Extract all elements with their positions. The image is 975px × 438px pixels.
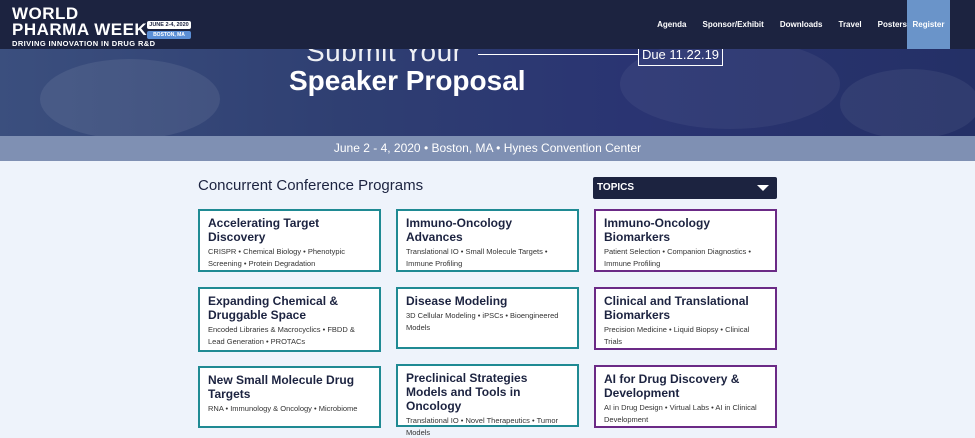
nav-agenda[interactable]: Agenda bbox=[657, 20, 686, 29]
nav-posters[interactable]: Posters bbox=[878, 20, 907, 29]
program-card-title: Disease Modeling bbox=[406, 294, 508, 308]
program-card-clinical-translational-biomarkers[interactable]: Clinical and Translational Biomarkers Pr… bbox=[594, 287, 777, 350]
program-card-title: Preclinical Strategies Models and Tools … bbox=[406, 371, 528, 413]
program-card-title: Clinical and Translational Biomarkers bbox=[604, 294, 749, 322]
topics-dropdown[interactable]: TOPICS bbox=[593, 177, 777, 199]
logo-tagline: DRIVING INNOVATION IN DRUG R&D bbox=[12, 39, 156, 48]
program-card-subtitle: Encoded Libraries & Macrocyclics • FBDD … bbox=[208, 325, 355, 346]
program-card-immuno-oncology-biomarkers[interactable]: Immuno-Oncology Biomarkers Patient Selec… bbox=[594, 209, 777, 272]
event-date-badge: JUNE 2-4, 2020 BOSTON, MA bbox=[147, 21, 191, 39]
hero-banner[interactable]: Submit Your Due 11.22.19 Speaker Proposa… bbox=[0, 49, 975, 136]
program-card-expanding-chemical-druggable-space[interactable]: Expanding Chemical & Druggable Space Enc… bbox=[198, 287, 381, 352]
chevron-down-icon bbox=[757, 185, 769, 191]
program-card-immuno-oncology-advances[interactable]: Immuno-Oncology Advances Translational I… bbox=[396, 209, 579, 272]
program-card-subtitle: RNA • Immunology & Oncology • Microbiome bbox=[208, 404, 358, 413]
register-button[interactable]: Register bbox=[907, 0, 950, 49]
hero-background-image bbox=[40, 59, 220, 136]
nav-travel[interactable]: Travel bbox=[839, 20, 862, 29]
due-date-box: Due 11.22.19 bbox=[638, 49, 723, 66]
program-card-disease-modeling[interactable]: Disease Modeling 3D Cellular Modeling • … bbox=[396, 287, 579, 349]
hero-proposal-text: Speaker Proposal bbox=[289, 65, 526, 96]
program-card-preclinical-strategies-oncology[interactable]: Preclinical Strategies Models and Tools … bbox=[396, 364, 579, 437]
logo-line-1: WORLD bbox=[12, 4, 79, 23]
event-info-bar: June 2 - 4, 2020 • Boston, MA • Hynes Co… bbox=[0, 136, 975, 161]
program-card-subtitle: Translational IO • Novel Therapeutics • … bbox=[406, 416, 558, 437]
program-card-new-small-molecule-drug-targets[interactable]: New Small Molecule Drug Targets RNA • Im… bbox=[198, 366, 381, 428]
world-pharma-week-logo[interactable]: WORLD PHARMA WEEK DRIVING INNOVATION IN … bbox=[12, 4, 156, 48]
program-card-title: Immuno-Oncology Biomarkers bbox=[604, 216, 710, 244]
program-card-accelerating-target-discovery[interactable]: Accelerating Target Discovery CRISPR • C… bbox=[198, 209, 381, 272]
program-card-subtitle: Patient Selection • Companion Diagnostic… bbox=[604, 247, 751, 268]
topics-label: TOPICS bbox=[597, 182, 635, 193]
program-card-title: Expanding Chemical & Druggable Space bbox=[208, 294, 339, 322]
program-card-subtitle: 3D Cellular Modeling • iPSCs • Bioengine… bbox=[406, 311, 559, 332]
section-title: Concurrent Conference Programs bbox=[198, 177, 424, 194]
badge-location: BOSTON, MA bbox=[147, 31, 191, 39]
hero-divider-line bbox=[478, 54, 638, 55]
program-card-subtitle: Translational IO • Small Molecule Target… bbox=[406, 247, 548, 268]
program-card-title: Accelerating Target Discovery bbox=[208, 216, 320, 244]
nav-downloads[interactable]: Downloads bbox=[780, 20, 823, 29]
program-card-subtitle: AI in Drug Design • Virtual Labs • AI in… bbox=[604, 403, 757, 424]
badge-dates: JUNE 2-4, 2020 bbox=[147, 21, 191, 29]
program-card-title: AI for Drug Discovery & Development bbox=[604, 372, 740, 400]
program-card-subtitle: Precision Medicine • Liquid Biopsy • Cli… bbox=[604, 325, 750, 346]
nav-sponsor-exhibit[interactable]: Sponsor/Exhibit bbox=[702, 20, 763, 29]
program-card-ai-drug-discovery-development[interactable]: AI for Drug Discovery & Development AI i… bbox=[594, 365, 777, 428]
main-nav: Agenda Sponsor/Exhibit Downloads Travel … bbox=[641, 0, 907, 49]
hero-background-image bbox=[840, 69, 975, 136]
top-navigation-bar: WORLD PHARMA WEEK DRIVING INNOVATION IN … bbox=[0, 0, 975, 49]
program-card-title: Immuno-Oncology Advances bbox=[406, 216, 512, 244]
program-card-title: New Small Molecule Drug Targets bbox=[208, 373, 355, 401]
program-card-subtitle: CRISPR • Chemical Biology • Phenotypic S… bbox=[208, 247, 345, 268]
logo-line-2: PHARMA WEEK bbox=[12, 20, 148, 39]
